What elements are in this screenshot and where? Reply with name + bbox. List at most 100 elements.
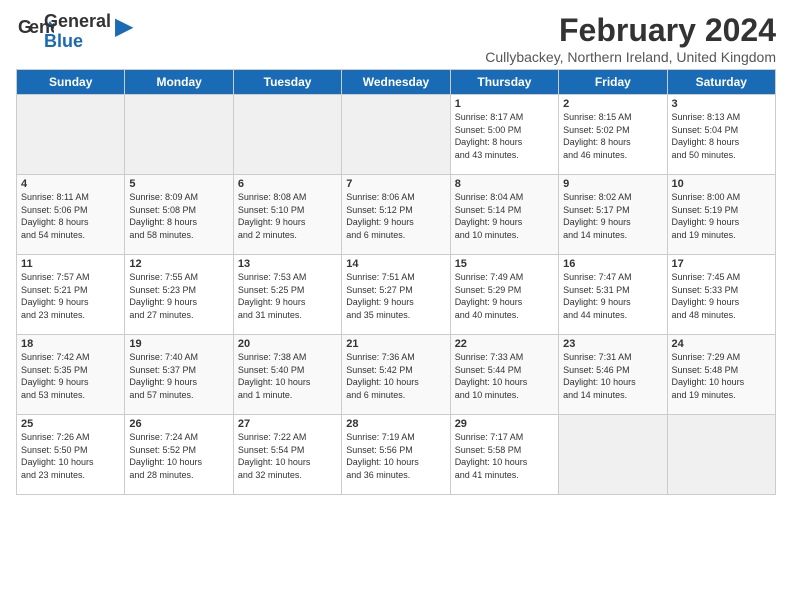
- day-info: Sunrise: 8:11 AM Sunset: 5:06 PM Dayligh…: [21, 191, 120, 241]
- table-row: 9Sunrise: 8:02 AM Sunset: 5:17 PM Daylig…: [559, 175, 667, 255]
- page-header: G eneral General Blue ▶ February 2024 Cu…: [16, 12, 776, 65]
- table-row: 7Sunrise: 8:06 AM Sunset: 5:12 PM Daylig…: [342, 175, 450, 255]
- day-number: 24: [672, 338, 771, 350]
- table-row: 13Sunrise: 7:53 AM Sunset: 5:25 PM Dayli…: [233, 255, 341, 335]
- table-row: 19Sunrise: 7:40 AM Sunset: 5:37 PM Dayli…: [125, 335, 233, 415]
- day-number: 18: [21, 338, 120, 350]
- day-number: 8: [455, 178, 554, 190]
- day-info: Sunrise: 8:06 AM Sunset: 5:12 PM Dayligh…: [346, 191, 445, 241]
- day-info: Sunrise: 7:57 AM Sunset: 5:21 PM Dayligh…: [21, 271, 120, 321]
- header-wednesday: Wednesday: [342, 70, 450, 95]
- table-row: [233, 95, 341, 175]
- calendar-header-row: Sunday Monday Tuesday Wednesday Thursday…: [17, 70, 776, 95]
- day-number: 7: [346, 178, 445, 190]
- logo-general: General: [44, 12, 111, 32]
- table-row: 15Sunrise: 7:49 AM Sunset: 5:29 PM Dayli…: [450, 255, 558, 335]
- day-number: 1: [455, 98, 554, 110]
- day-number: 13: [238, 258, 337, 270]
- table-row: [125, 95, 233, 175]
- header-friday: Friday: [559, 70, 667, 95]
- day-number: 6: [238, 178, 337, 190]
- day-number: 10: [672, 178, 771, 190]
- header-tuesday: Tuesday: [233, 70, 341, 95]
- calendar-table: Sunday Monday Tuesday Wednesday Thursday…: [16, 69, 776, 495]
- table-row: [667, 415, 775, 495]
- header-thursday: Thursday: [450, 70, 558, 95]
- day-info: Sunrise: 7:42 AM Sunset: 5:35 PM Dayligh…: [21, 351, 120, 401]
- logo-blue: Blue: [44, 32, 111, 52]
- day-info: Sunrise: 7:55 AM Sunset: 5:23 PM Dayligh…: [129, 271, 228, 321]
- page-container: G eneral General Blue ▶ February 2024 Cu…: [0, 0, 792, 507]
- day-info: Sunrise: 7:17 AM Sunset: 5:58 PM Dayligh…: [455, 431, 554, 481]
- day-number: 14: [346, 258, 445, 270]
- day-info: Sunrise: 7:29 AM Sunset: 5:48 PM Dayligh…: [672, 351, 771, 401]
- table-row: 8Sunrise: 8:04 AM Sunset: 5:14 PM Daylig…: [450, 175, 558, 255]
- day-info: Sunrise: 7:40 AM Sunset: 5:37 PM Dayligh…: [129, 351, 228, 401]
- calendar-title: February 2024: [485, 12, 776, 49]
- day-number: 9: [563, 178, 662, 190]
- calendar-week-2: 4Sunrise: 8:11 AM Sunset: 5:06 PM Daylig…: [17, 175, 776, 255]
- table-row: 23Sunrise: 7:31 AM Sunset: 5:46 PM Dayli…: [559, 335, 667, 415]
- day-number: 25: [21, 418, 120, 430]
- day-info: Sunrise: 7:45 AM Sunset: 5:33 PM Dayligh…: [672, 271, 771, 321]
- day-info: Sunrise: 7:24 AM Sunset: 5:52 PM Dayligh…: [129, 431, 228, 481]
- logo-arrow-icon: ▶: [115, 12, 133, 41]
- day-number: 17: [672, 258, 771, 270]
- day-number: 5: [129, 178, 228, 190]
- table-row: [17, 95, 125, 175]
- day-info: Sunrise: 7:31 AM Sunset: 5:46 PM Dayligh…: [563, 351, 662, 401]
- header-sunday: Sunday: [17, 70, 125, 95]
- table-row: 20Sunrise: 7:38 AM Sunset: 5:40 PM Dayli…: [233, 335, 341, 415]
- day-number: 19: [129, 338, 228, 350]
- day-info: Sunrise: 7:36 AM Sunset: 5:42 PM Dayligh…: [346, 351, 445, 401]
- day-info: Sunrise: 7:49 AM Sunset: 5:29 PM Dayligh…: [455, 271, 554, 321]
- table-row: 25Sunrise: 7:26 AM Sunset: 5:50 PM Dayli…: [17, 415, 125, 495]
- table-row: [559, 415, 667, 495]
- day-number: 27: [238, 418, 337, 430]
- table-row: 5Sunrise: 8:09 AM Sunset: 5:08 PM Daylig…: [125, 175, 233, 255]
- day-info: Sunrise: 7:19 AM Sunset: 5:56 PM Dayligh…: [346, 431, 445, 481]
- day-info: Sunrise: 8:08 AM Sunset: 5:10 PM Dayligh…: [238, 191, 337, 241]
- table-row: 2Sunrise: 8:15 AM Sunset: 5:02 PM Daylig…: [559, 95, 667, 175]
- day-number: 28: [346, 418, 445, 430]
- table-row: 26Sunrise: 7:24 AM Sunset: 5:52 PM Dayli…: [125, 415, 233, 495]
- calendar-week-5: 25Sunrise: 7:26 AM Sunset: 5:50 PM Dayli…: [17, 415, 776, 495]
- day-info: Sunrise: 8:09 AM Sunset: 5:08 PM Dayligh…: [129, 191, 228, 241]
- day-number: 21: [346, 338, 445, 350]
- table-row: 4Sunrise: 8:11 AM Sunset: 5:06 PM Daylig…: [17, 175, 125, 255]
- table-row: 22Sunrise: 7:33 AM Sunset: 5:44 PM Dayli…: [450, 335, 558, 415]
- calendar-week-3: 11Sunrise: 7:57 AM Sunset: 5:21 PM Dayli…: [17, 255, 776, 335]
- day-info: Sunrise: 7:38 AM Sunset: 5:40 PM Dayligh…: [238, 351, 337, 401]
- table-row: 17Sunrise: 7:45 AM Sunset: 5:33 PM Dayli…: [667, 255, 775, 335]
- day-number: 23: [563, 338, 662, 350]
- day-number: 29: [455, 418, 554, 430]
- day-info: Sunrise: 8:15 AM Sunset: 5:02 PM Dayligh…: [563, 111, 662, 161]
- header-monday: Monday: [125, 70, 233, 95]
- table-row: 16Sunrise: 7:47 AM Sunset: 5:31 PM Dayli…: [559, 255, 667, 335]
- day-info: Sunrise: 7:26 AM Sunset: 5:50 PM Dayligh…: [21, 431, 120, 481]
- table-row: [342, 95, 450, 175]
- day-number: 4: [21, 178, 120, 190]
- day-info: Sunrise: 8:17 AM Sunset: 5:00 PM Dayligh…: [455, 111, 554, 161]
- table-row: 27Sunrise: 7:22 AM Sunset: 5:54 PM Dayli…: [233, 415, 341, 495]
- header-saturday: Saturday: [667, 70, 775, 95]
- day-info: Sunrise: 7:33 AM Sunset: 5:44 PM Dayligh…: [455, 351, 554, 401]
- day-number: 2: [563, 98, 662, 110]
- day-info: Sunrise: 7:22 AM Sunset: 5:54 PM Dayligh…: [238, 431, 337, 481]
- day-number: 20: [238, 338, 337, 350]
- day-number: 11: [21, 258, 120, 270]
- table-row: 21Sunrise: 7:36 AM Sunset: 5:42 PM Dayli…: [342, 335, 450, 415]
- table-row: 29Sunrise: 7:17 AM Sunset: 5:58 PM Dayli…: [450, 415, 558, 495]
- day-number: 12: [129, 258, 228, 270]
- day-number: 3: [672, 98, 771, 110]
- table-row: 18Sunrise: 7:42 AM Sunset: 5:35 PM Dayli…: [17, 335, 125, 415]
- day-info: Sunrise: 8:00 AM Sunset: 5:19 PM Dayligh…: [672, 191, 771, 241]
- calendar-week-4: 18Sunrise: 7:42 AM Sunset: 5:35 PM Dayli…: [17, 335, 776, 415]
- day-info: Sunrise: 8:04 AM Sunset: 5:14 PM Dayligh…: [455, 191, 554, 241]
- table-row: 12Sunrise: 7:55 AM Sunset: 5:23 PM Dayli…: [125, 255, 233, 335]
- table-row: 10Sunrise: 8:00 AM Sunset: 5:19 PM Dayli…: [667, 175, 775, 255]
- table-row: 1Sunrise: 8:17 AM Sunset: 5:00 PM Daylig…: [450, 95, 558, 175]
- calendar-body: 1Sunrise: 8:17 AM Sunset: 5:00 PM Daylig…: [17, 95, 776, 495]
- day-info: Sunrise: 7:51 AM Sunset: 5:27 PM Dayligh…: [346, 271, 445, 321]
- table-row: 6Sunrise: 8:08 AM Sunset: 5:10 PM Daylig…: [233, 175, 341, 255]
